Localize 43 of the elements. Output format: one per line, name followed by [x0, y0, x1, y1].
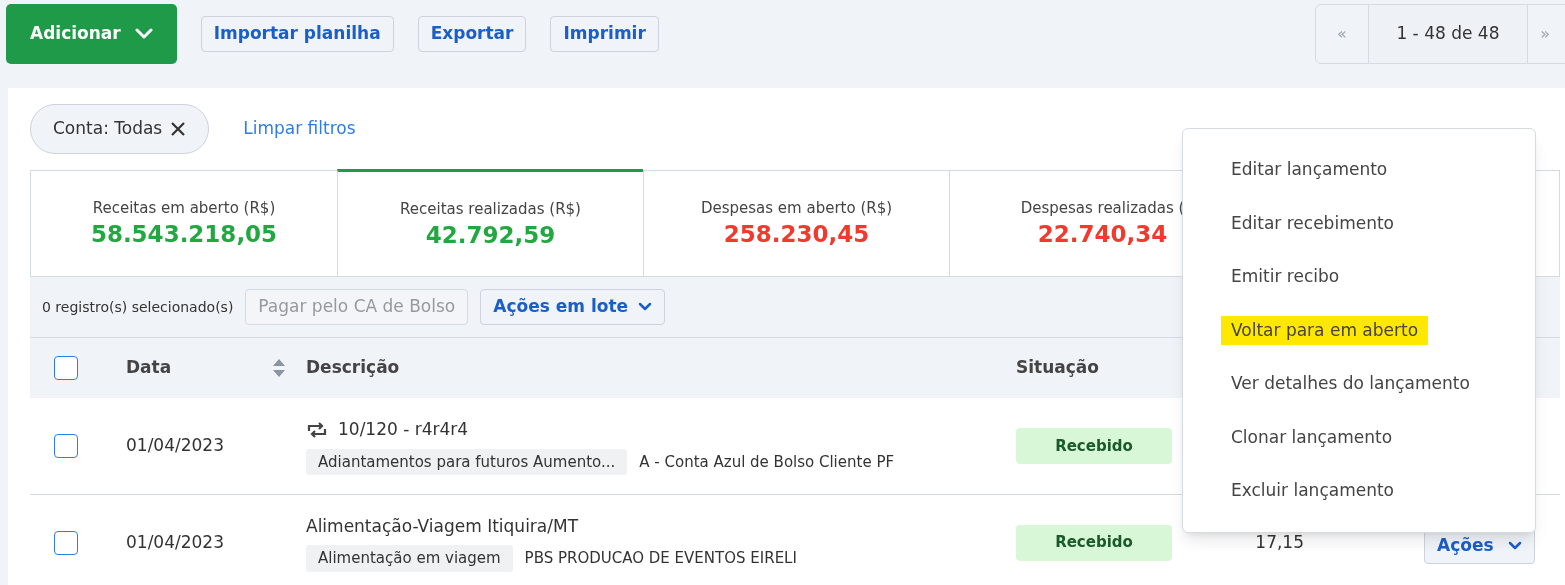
- summary-label: Receitas em aberto (R$): [92, 198, 276, 219]
- checkbox[interactable]: [54, 356, 78, 380]
- chevron-down-icon: [134, 28, 153, 40]
- checkbox[interactable]: [54, 434, 78, 458]
- column-header[interactable]: Data: [126, 355, 172, 381]
- status-badge: Recebido: [1016, 524, 1172, 561]
- close-icon: [170, 121, 187, 137]
- column-header[interactable]: Descrição: [306, 355, 400, 381]
- summary-label: Receitas realizadas (R$): [400, 199, 581, 220]
- toolbar-button[interactable]: Exportar: [417, 16, 527, 52]
- checkbox[interactable]: [54, 530, 78, 555]
- menu-item[interactable]: Voltar para em aberto: [1221, 315, 1429, 345]
- category-tag: Adiantamentos para futuros Aumento...: [306, 448, 628, 475]
- toolbar-button[interactable]: Imprimir: [550, 16, 659, 52]
- page-range: 1 - 48 de 48: [1367, 5, 1529, 63]
- summary-value: 42.792,59: [425, 220, 556, 249]
- selection-count: 0 registro(s) selecionado(s): [42, 297, 234, 317]
- summary-value: 22.740,34: [1037, 219, 1168, 248]
- summary-label: Despesas em aberto (R$): [700, 198, 893, 219]
- chevron-down-icon: [1507, 540, 1522, 551]
- add-button[interactable]: Adicionar: [6, 4, 177, 64]
- menu-item[interactable]: Clonar lançamento: [1221, 422, 1403, 452]
- category-tag: Alimentação em viagem: [306, 545, 513, 572]
- summary-value: 258.230,45: [723, 219, 870, 248]
- contact-name: PBS PRODUCAO DE EVENTOS EIRELI: [524, 548, 797, 569]
- summary-value: 58.543.218,05: [90, 219, 278, 248]
- contact-name: A - Conta Azul de Bolso Cliente PF: [639, 451, 895, 473]
- amount-cell: 17,15: [1255, 531, 1304, 552]
- date-cell-text: 01/04/2023: [126, 434, 224, 458]
- chevron-down-icon: [638, 302, 653, 312]
- status-badge: Recebido: [1016, 428, 1172, 464]
- menu-item[interactable]: Ver detalhes do lançamento: [1221, 369, 1480, 399]
- batch-actions-button[interactable]: Ações em lote: [480, 289, 666, 325]
- description-title: Alimentação-Viagem Itiquira/MT: [306, 514, 579, 538]
- menu-item[interactable]: Excluir lançamento: [1221, 476, 1404, 506]
- toolbar-button[interactable]: Importar planilha: [200, 16, 394, 52]
- summary-card[interactable]: Receitas em aberto (R$) 58.543.218,05: [31, 171, 337, 276]
- column-header[interactable]: Situação: [1016, 355, 1099, 381]
- filter-chip[interactable]: Conta: Todas: [30, 104, 210, 154]
- description-title: 10/120 - r4r4r4: [338, 418, 469, 441]
- date-cell-text: 01/04/2023: [126, 530, 224, 554]
- sort-icon[interactable]: [272, 358, 286, 378]
- clear-filters-link[interactable]: Limpar filtros: [243, 116, 356, 142]
